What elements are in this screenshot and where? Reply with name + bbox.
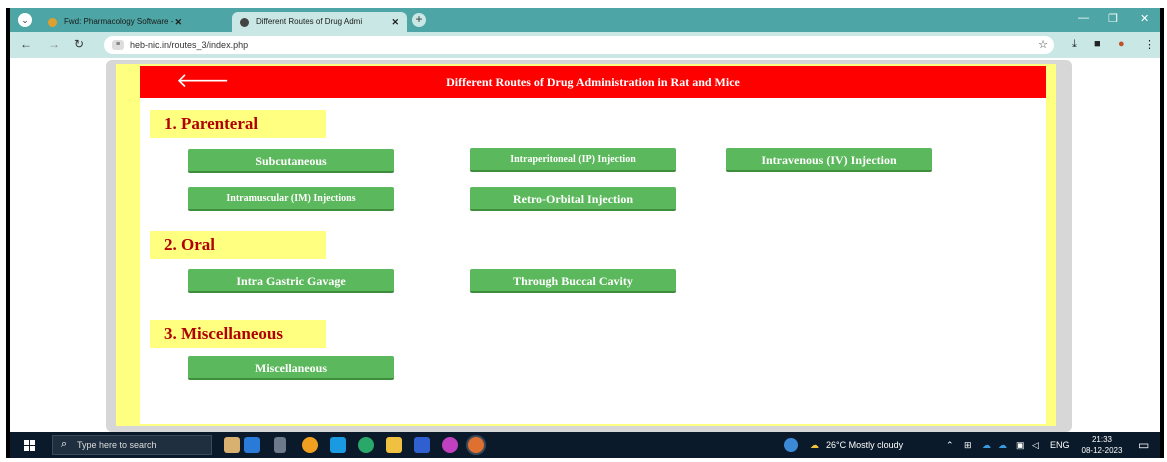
explorer-app-icon[interactable] [386,437,402,453]
intravenous-button[interactable]: Intravenous (IV) Injection [726,148,932,172]
url-bar[interactable]: ≡ heb-nic.in/routes_3/index.php ☆ [104,36,1054,54]
weather-text[interactable]: 26°C Mostly cloudy [826,432,903,458]
tab-label: Fwd: Pharmacology Software - [64,17,174,26]
help-icon[interactable] [784,438,798,452]
network-icon[interactable]: ⊞ [964,432,972,458]
clock[interactable]: 21:33 08-12-2023 [1080,434,1124,456]
web-page: Different Routes of Drug Administration … [10,58,1160,432]
tab-routes[interactable]: Different Routes of Drug Admi ✕ [232,12,407,32]
tab-search-icon[interactable]: ⌄ [18,13,32,27]
clock-date: 08-12-2023 [1081,446,1123,455]
volume-icon[interactable]: ◁ [1032,432,1039,458]
profile-avatar-icon[interactable]: ● [1118,38,1125,50]
subcutaneous-button[interactable]: Subcutaneous [188,149,394,173]
tab-strip: ⌄ Fwd: Pharmacology Software - ✕ Differe… [10,8,1160,32]
chrome-app-icon[interactable] [302,437,318,453]
task-view-icon[interactable] [274,437,286,453]
windows-start-icon[interactable] [24,440,35,451]
maximize-button[interactable]: ❐ [1108,12,1118,25]
address-bar-row: ← → ↻ ≡ heb-nic.in/routes_3/index.php ☆ … [10,32,1160,58]
page-title: Different Routes of Drug Administration … [446,75,740,89]
edge-app-icon[interactable] [358,437,374,453]
reload-icon[interactable]: ↻ [74,37,84,51]
cloud-icon[interactable]: ☁ [982,432,991,458]
gmail-icon [48,18,57,27]
intramuscular-button[interactable]: Intramuscular (IM) Injections [188,187,394,211]
intra-gastric-gavage-button[interactable]: Intra Gastric Gavage [188,269,394,293]
menu-dots-icon[interactable]: ⋮ [1144,38,1155,51]
close-tab-icon[interactable]: ✕ [174,12,182,32]
close-window-button[interactable]: ✕ [1140,12,1149,25]
forward-icon[interactable]: → [48,37,60,51]
search-icon: ⌕ [61,438,68,450]
buccal-cavity-button[interactable]: Through Buccal Cavity [470,269,676,293]
display-icon[interactable]: ▣ [1016,432,1025,458]
bookmark-star-icon[interactable]: ☆ [1038,36,1048,54]
paint-app-icon[interactable] [442,437,458,453]
miscellaneous-button[interactable]: Miscellaneous [188,356,394,380]
section-heading-miscellaneous: 3. Miscellaneous [150,320,326,348]
section-heading-oral: 2. Oral [150,231,326,259]
onedrive-icon[interactable]: ☁ [998,432,1007,458]
tab-pharmacology[interactable]: Fwd: Pharmacology Software - ✕ [40,12,190,32]
site-favicon-icon [240,18,249,27]
arrow-left-icon[interactable]: 🡐 [176,70,230,92]
back-icon[interactable]: ← [20,37,32,51]
chrome-active-app-icon[interactable] [468,437,484,453]
intraperitoneal-button[interactable]: Intraperitoneal (IP) Injection [470,148,676,172]
tab-label: Different Routes of Drug Admi [256,17,363,26]
retro-orbital-button[interactable]: Retro-Orbital Injection [470,187,676,211]
tray-chevron-icon[interactable]: ⌃ [946,432,954,458]
notification-icon[interactable]: ▭ [1138,432,1149,458]
clock-time: 21:33 [1091,435,1113,444]
download-icon[interactable]: ⤓ [1072,38,1077,51]
page-header: Different Routes of Drug Administration … [140,66,1046,98]
people-app-icon[interactable] [244,437,260,453]
language-indicator[interactable]: ENG [1050,432,1070,458]
url-text[interactable]: heb-nic.in/routes_3/index.php [130,36,248,54]
minimize-button[interactable]: — [1078,12,1089,24]
mail-app-icon[interactable] [414,437,430,453]
sidepanel-icon[interactable]: ■ [1094,38,1101,50]
windows-taskbar: ⌕ Type here to search ☁ 26°C Mostly clou… [10,432,1160,458]
search-placeholder: Type here to search [77,440,157,450]
section-heading-parenteral: 1. Parenteral [150,110,326,138]
store-app-icon[interactable] [330,437,346,453]
new-tab-button[interactable]: + [412,13,426,27]
close-tab-icon[interactable]: ✕ [391,12,399,32]
site-info-icon[interactable]: ≡ [112,40,124,50]
taskbar-search-box[interactable]: ⌕ Type here to search [52,435,212,455]
weather-icon: ☁ [810,440,819,450]
folder-app-icon[interactable] [224,437,240,453]
